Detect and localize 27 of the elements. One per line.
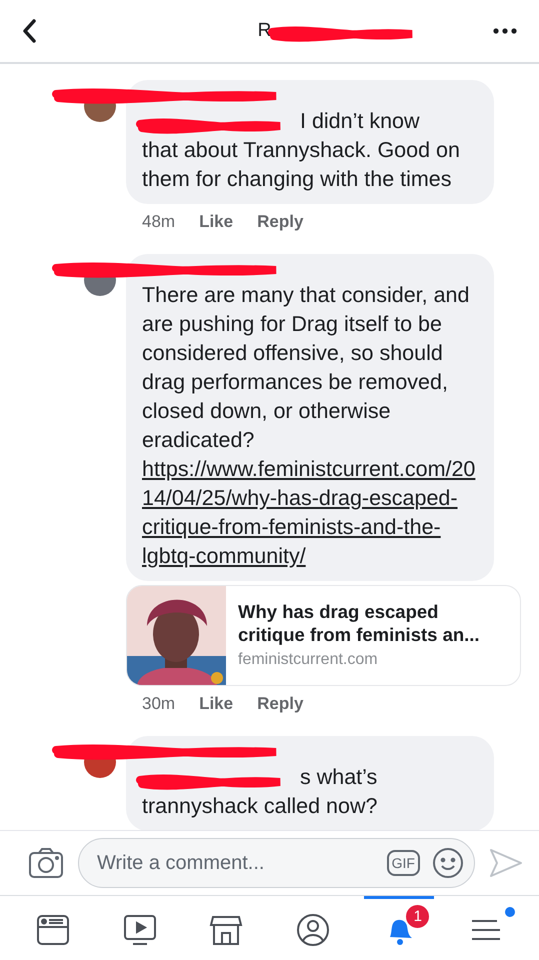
comment-text: I didn’t know [300,108,420,135]
camera-button[interactable] [28,847,64,879]
reply-button[interactable]: Reply [257,212,304,232]
link-preview-card[interactable]: Why has drag escaped critique from feminists an... feministcurrent.com [126,585,521,686]
video-icon [122,912,157,946]
page-title: R [258,20,272,41]
news-feed-icon [36,912,70,946]
nav-tab[interactable]: 1 [364,896,434,960]
like-button[interactable]: Like [199,694,234,714]
gif-button[interactable]: GIF [386,850,420,876]
more-button[interactable] [492,28,517,34]
reply-button[interactable]: Reply [257,694,304,714]
comment-text: There are many that consider, and are pushing for Drag itself to be considered offensive, so should drag performances be removed, closed down, or otherwise eradicated? [142,282,470,454]
comment-field[interactable]: Write a comment... GIF [78,838,475,888]
emoji-button[interactable] [432,847,464,879]
like-button[interactable]: Like [199,212,234,232]
notification-count: 1 [404,903,432,930]
comment-text: that about Trannyshack. Good on them for changing with the times [142,137,461,193]
preview-title: Why has drag escaped critique from feminists an... [238,600,481,646]
comment-text: trannyshack called now? [142,793,378,820]
comment-time: 48m [142,212,176,232]
preview-domain: feministcurrent.com [238,651,379,669]
article-link[interactable]: https://www.feministcurrent.com/2014/04/25/why-has-drag-escaped-critique-from-feminists-and-the-lgbtq-community/ [142,455,478,571]
profile-icon [296,912,330,946]
back-button[interactable] [22,19,36,43]
comment-time: 30m [142,694,176,714]
comment-text: s what’s [300,764,378,791]
